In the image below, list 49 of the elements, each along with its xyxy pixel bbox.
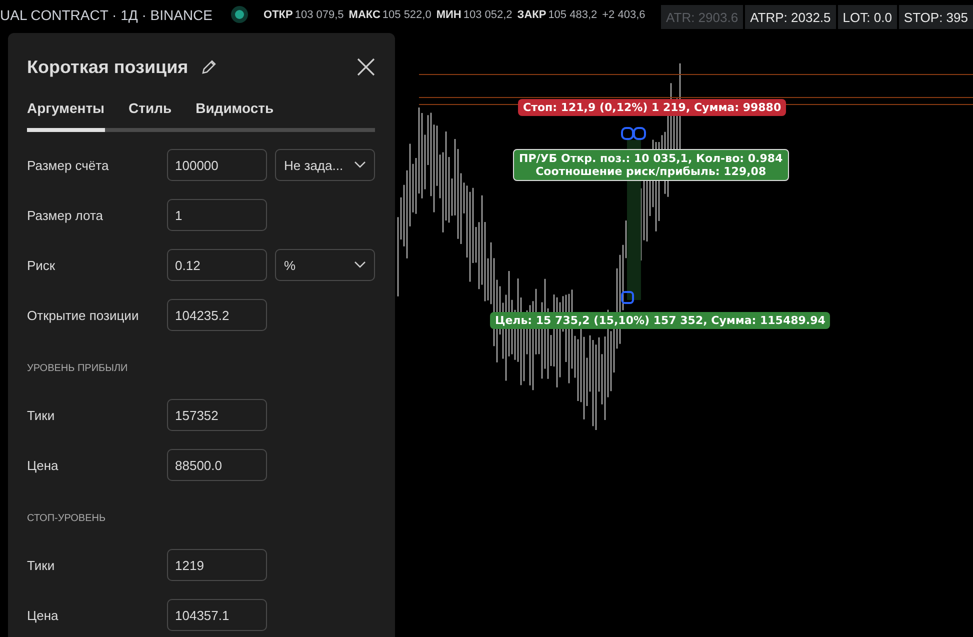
info-label: ПР/УБ Откр. поз.: 10 035,1, Кол-во: 0.984 Соотношение риск/прибыль: 129,08: [513, 149, 789, 181]
close-button[interactable]: [357, 58, 375, 76]
field-label: Цена: [27, 458, 60, 472]
stop-label: Стоп: 121,9 (0,12%) 1 219, Сумма: 99880: [518, 99, 786, 116]
tab[interactable]: Видимость: [196, 100, 274, 132]
field-label: Тики: [27, 408, 56, 422]
input-field[interactable]: 1219: [167, 549, 267, 581]
ohlc-value: 103 079,5: [294, 8, 344, 20]
chevron-down-icon: [354, 261, 366, 269]
input-field[interactable]: 104357.1: [167, 599, 267, 631]
input-field[interactable]: 157352: [167, 399, 267, 431]
input-field[interactable]: 100000: [167, 149, 267, 181]
indicator-value: STOP: 395: [898, 5, 973, 29]
input-field[interactable]: 88500.0: [167, 449, 267, 481]
section-heading: СТОП-УРОВЕНЬ: [27, 512, 106, 524]
indicator-value: ATRP: 2032.5: [745, 5, 836, 29]
dropdown[interactable]: %: [275, 249, 375, 281]
input-field[interactable]: 104235.2: [167, 299, 267, 331]
ohlc-value: 105 483,2: [548, 8, 598, 20]
pencil-icon[interactable]: [200, 58, 218, 76]
section-heading: УРОВЕНЬ ПРИБЫЛИ: [27, 362, 128, 374]
price-change: +2 403,6: [602, 8, 646, 20]
indicator-value: LOT: 0.0: [838, 5, 897, 29]
field-label: Открытие позиции: [27, 308, 140, 322]
dialog-title: Короткая позиция: [27, 56, 188, 78]
field-label: Риск: [27, 258, 56, 272]
ohlc-value: 103 052,2: [463, 8, 512, 20]
input-field[interactable]: 1: [167, 199, 267, 231]
ohlc-label: МАКС: [348, 8, 380, 20]
ohlc-label: ЗАКР: [517, 8, 546, 20]
field-label: Цена: [27, 608, 60, 622]
chevron-down-icon: [354, 161, 366, 169]
tab[interactable]: Аргументы: [27, 100, 105, 132]
drag-handle[interactable]: [621, 291, 634, 304]
target-label: Цель: 15 735,2 (15,10%) 157 352, Сумма: 115489.94: [490, 312, 830, 329]
indicator-value: ATR: 2903.6: [661, 5, 744, 29]
drag-handle[interactable]: [621, 127, 634, 140]
input-field[interactable]: 0.12: [167, 249, 267, 281]
tab[interactable]: Стиль: [128, 100, 172, 132]
ohlc-value: 105 522,0: [382, 8, 432, 20]
ohlc-label: ОТКР: [264, 8, 293, 20]
status-dot: [234, 10, 244, 19]
ohlc-label: МИН: [436, 8, 462, 20]
field-label: Тики: [27, 558, 56, 572]
field-label: Размер счёта: [27, 158, 110, 172]
field-label: Размер лота: [27, 208, 104, 222]
dropdown[interactable]: Не зада...: [275, 149, 375, 181]
drag-handle[interactable]: [633, 127, 646, 140]
symbol-title: UAL CONTRACT · 1Д · BINANCE: [0, 6, 213, 22]
